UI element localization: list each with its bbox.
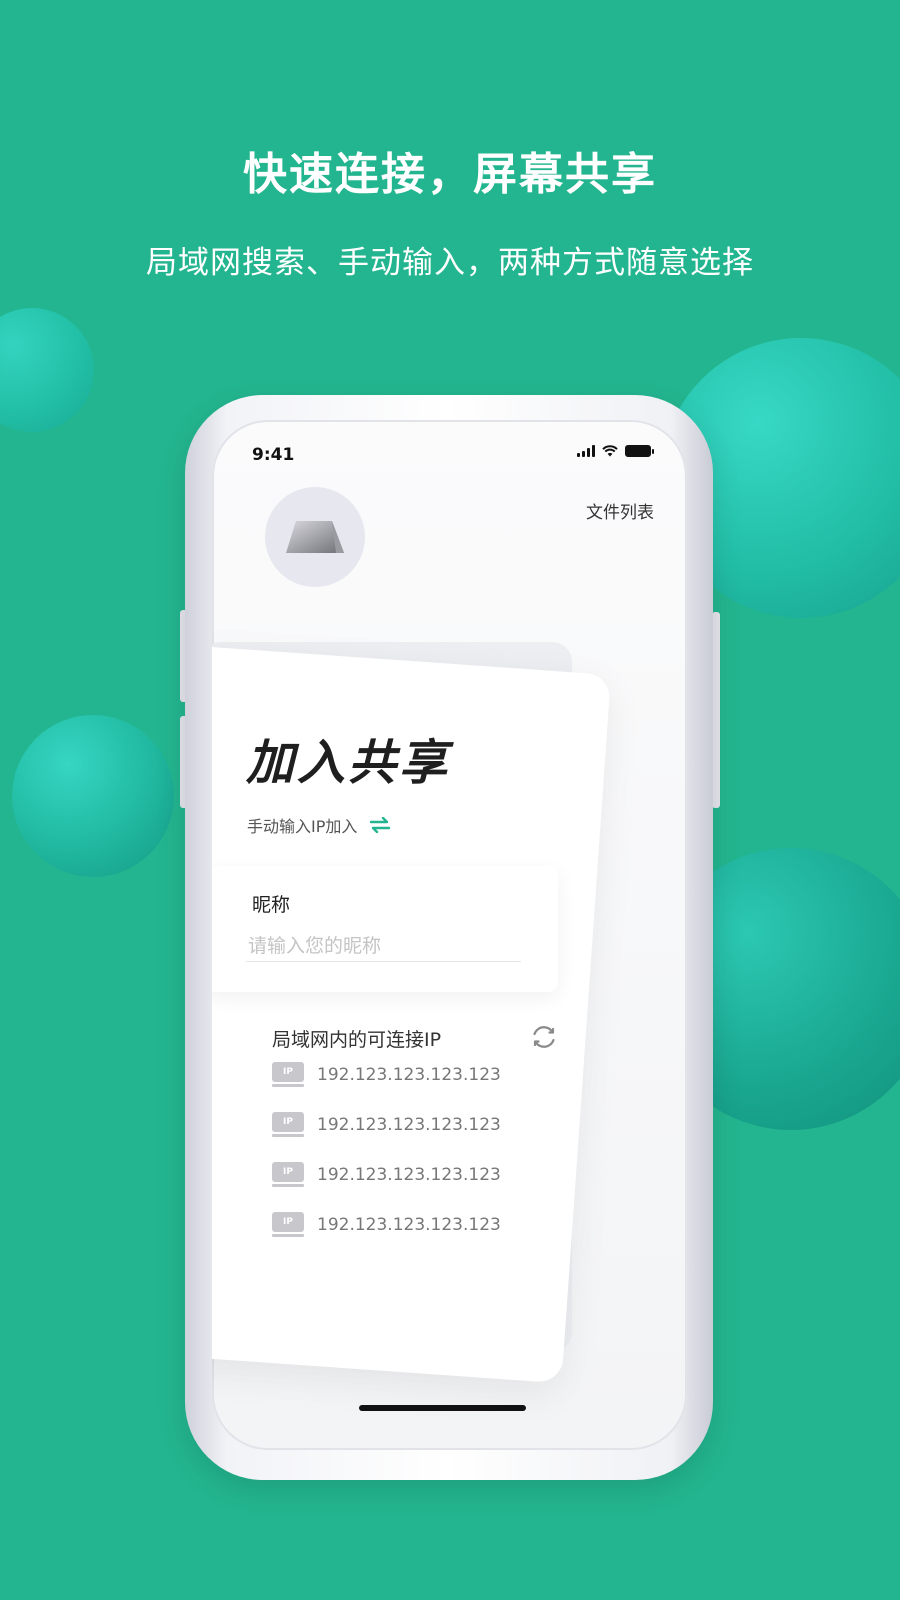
signal-icon bbox=[577, 445, 595, 457]
ip-address: 192.123.123.123.123 bbox=[317, 1115, 501, 1135]
hero-subtitle: 局域网搜索、手动输入，两种方式随意选择 bbox=[146, 245, 754, 281]
decor-bubble bbox=[12, 715, 174, 877]
ip-address: 192.123.123.123.123 bbox=[317, 1065, 501, 1085]
card-title: 加入共享 bbox=[246, 735, 451, 791]
hero-title: 快速连接，屏幕共享 bbox=[243, 149, 657, 200]
wifi-icon bbox=[602, 445, 618, 457]
phone-power-button bbox=[712, 612, 720, 808]
ip-device-icon: IP bbox=[272, 1212, 304, 1238]
refresh-icon[interactable] bbox=[530, 1023, 558, 1051]
status-icons bbox=[577, 445, 654, 457]
lan-section-title: 局域网内的可连接IP bbox=[272, 1029, 442, 1051]
ip-list-item[interactable]: IP 192.123.123.123.123 bbox=[272, 1210, 501, 1240]
home-indicator bbox=[359, 1405, 526, 1411]
file-list-link[interactable]: 文件列表 bbox=[586, 498, 654, 523]
avatar[interactable] bbox=[265, 487, 365, 587]
manual-input-toggle[interactable]: 手动输入IP加入 bbox=[247, 813, 391, 837]
manual-input-label: 手动输入IP加入 bbox=[247, 817, 358, 836]
nickname-card bbox=[212, 866, 558, 992]
ip-device-icon: IP bbox=[272, 1162, 304, 1188]
ip-address: 192.123.123.123.123 bbox=[317, 1215, 501, 1235]
battery-icon bbox=[625, 445, 654, 457]
nickname-label: 昵称 bbox=[252, 894, 291, 916]
ip-list-item[interactable]: IP 192.123.123.123.123 bbox=[272, 1110, 501, 1140]
ip-device-icon: IP bbox=[272, 1112, 304, 1138]
decor-bubble bbox=[0, 308, 94, 432]
ip-list-item[interactable]: IP 192.123.123.123.123 bbox=[272, 1060, 501, 1090]
ip-address: 192.123.123.123.123 bbox=[317, 1165, 501, 1185]
device-icon bbox=[286, 521, 344, 553]
phone-screen: 9:41 文件列表 加入共享 手动输入IP加入 昵称 请输入您的昵称 局域网内的… bbox=[212, 420, 687, 1450]
swap-arrows-icon[interactable] bbox=[369, 817, 391, 833]
nickname-input[interactable] bbox=[246, 930, 521, 962]
ip-list-item[interactable]: IP 192.123.123.123.123 bbox=[272, 1160, 501, 1190]
ip-device-icon: IP bbox=[272, 1062, 304, 1088]
status-time: 9:41 bbox=[252, 445, 295, 465]
